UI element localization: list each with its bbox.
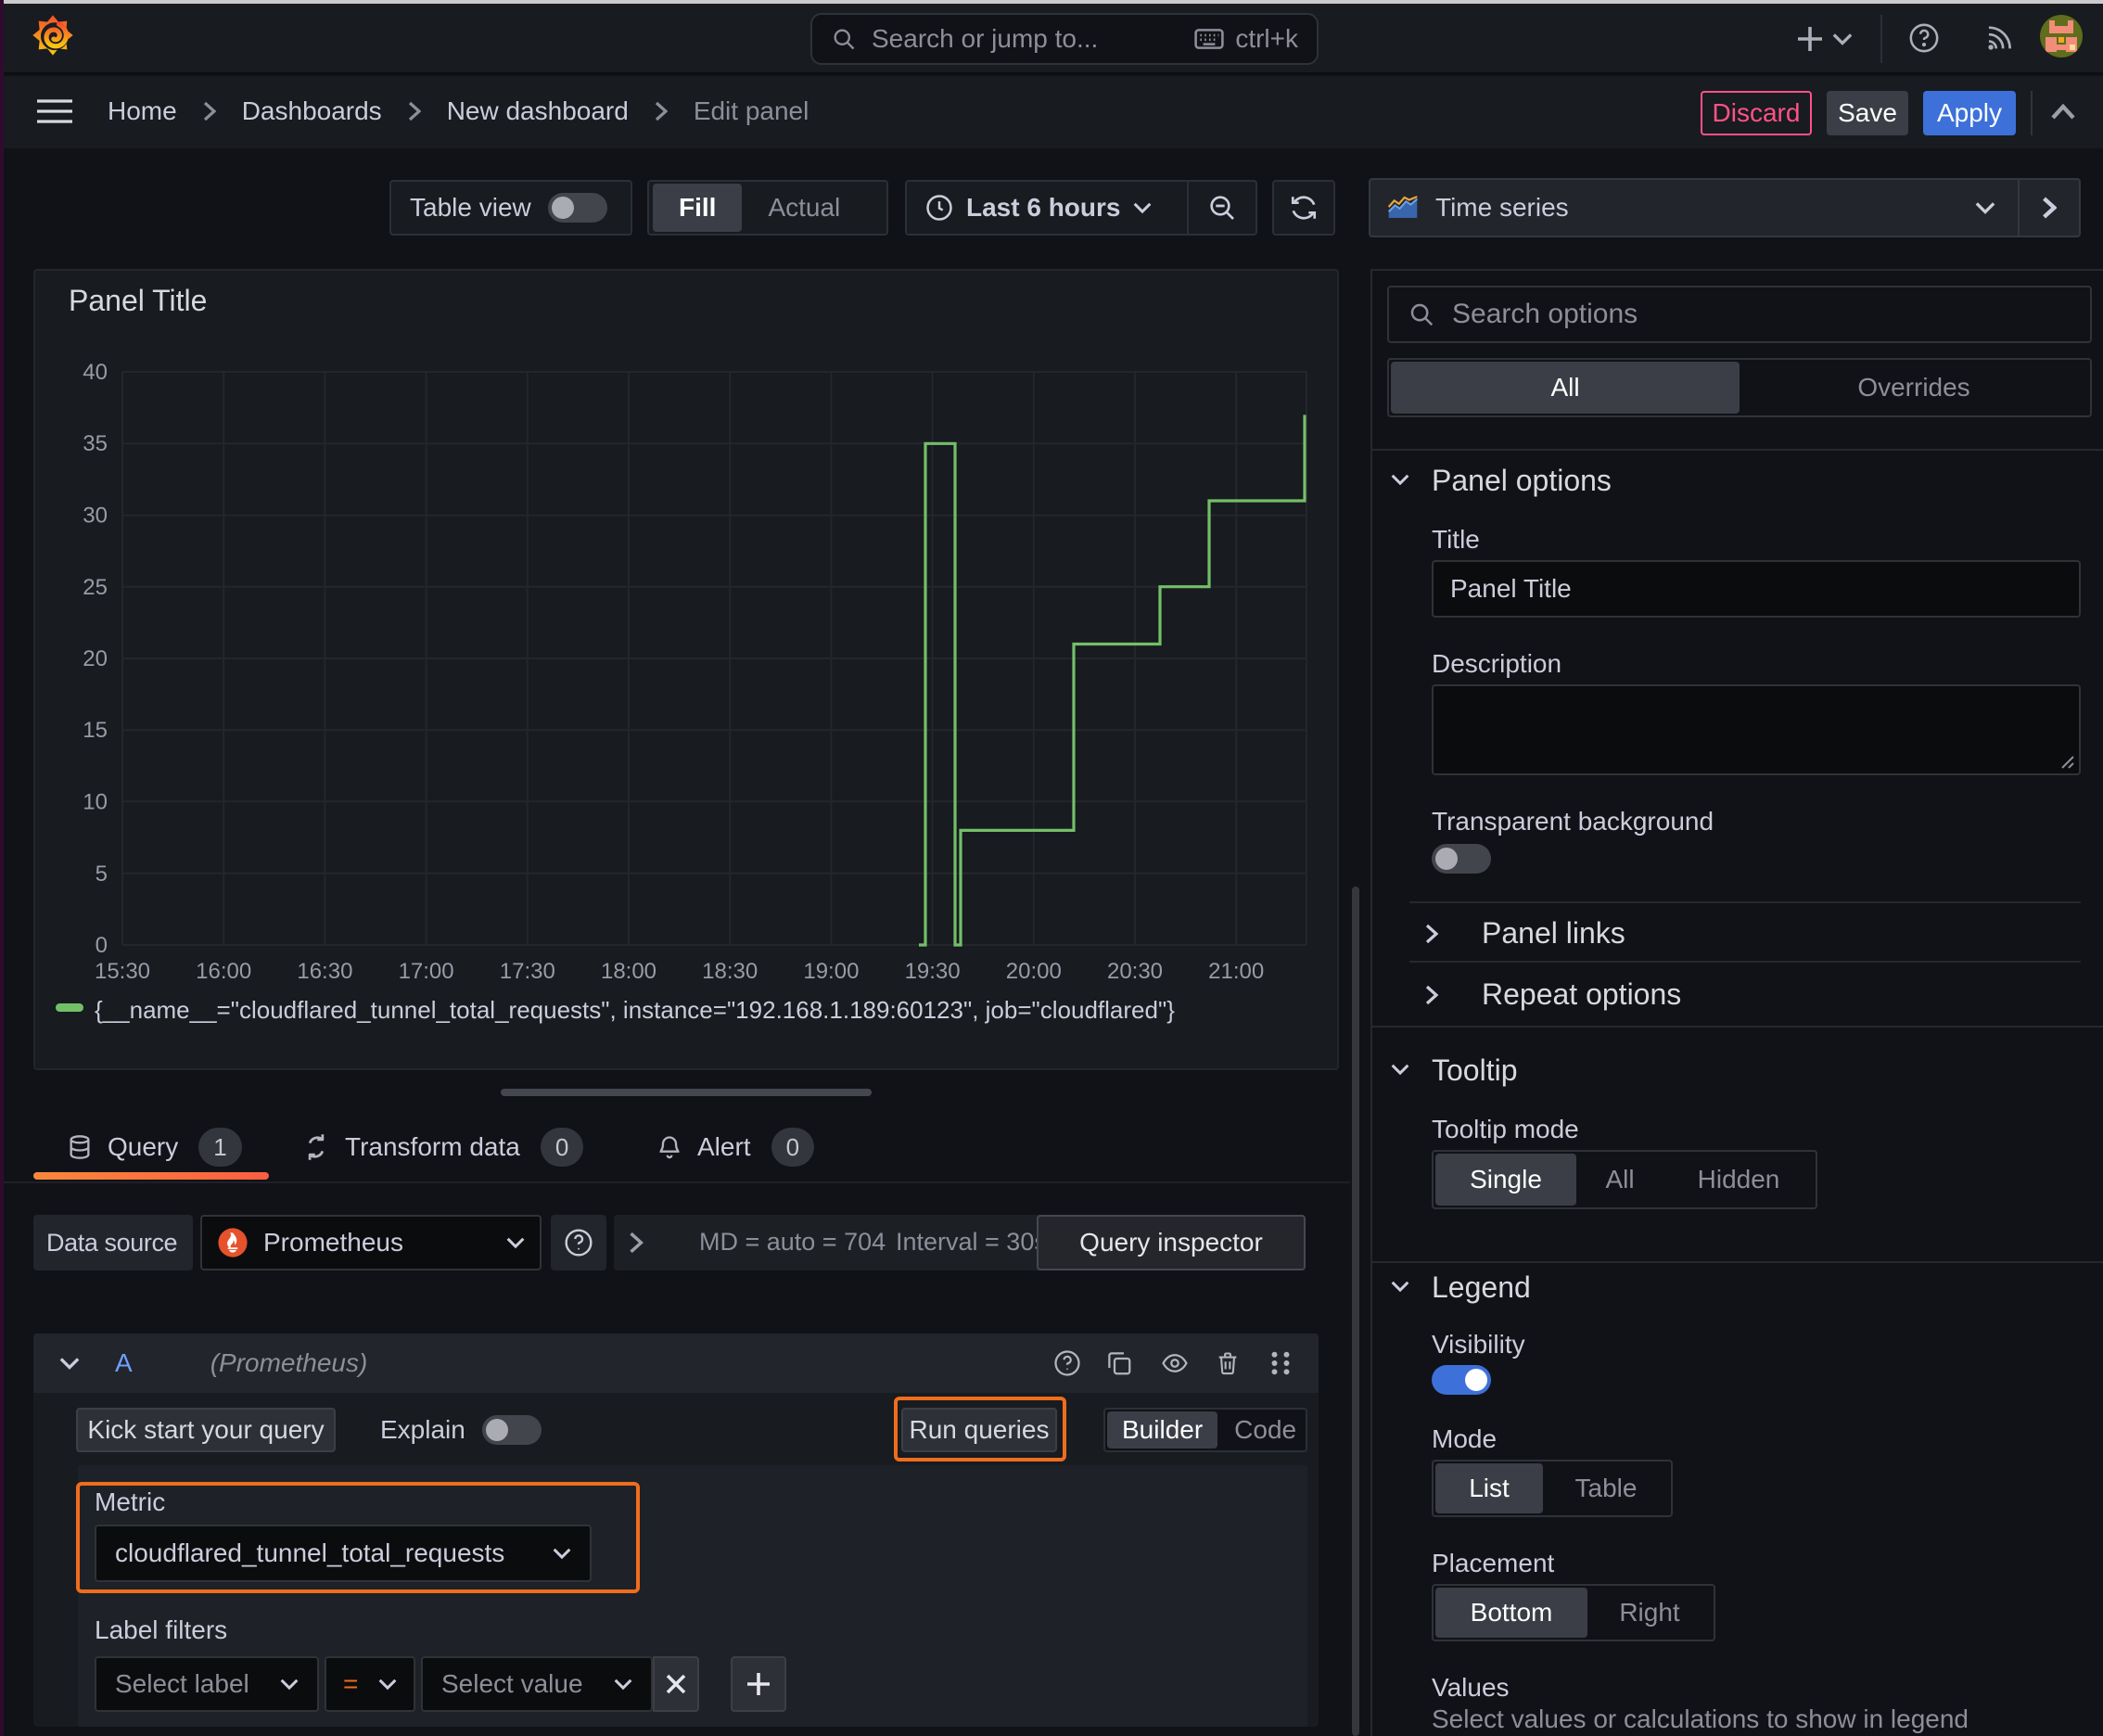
- svg-text:18:00: 18:00: [601, 959, 656, 984]
- svg-text:{__name__="cloudflared_tunnel_: {__name__="cloudflared_tunnel_total_requ…: [95, 996, 1175, 1024]
- svg-text:5: 5: [96, 862, 108, 887]
- svg-text:19:00: 19:00: [803, 959, 859, 984]
- svg-text:17:00: 17:00: [399, 959, 454, 984]
- svg-text:16:30: 16:30: [297, 959, 352, 984]
- svg-text:16:00: 16:00: [196, 959, 251, 984]
- svg-text:19:30: 19:30: [905, 959, 961, 984]
- svg-text:20:00: 20:00: [1006, 959, 1062, 984]
- svg-text:15: 15: [83, 718, 108, 743]
- svg-text:20:30: 20:30: [1107, 959, 1163, 984]
- svg-text:30: 30: [83, 504, 108, 529]
- svg-text:25: 25: [83, 575, 108, 600]
- svg-text:17:30: 17:30: [500, 959, 555, 984]
- svg-text:21:00: 21:00: [1208, 959, 1264, 984]
- svg-text:35: 35: [83, 431, 108, 456]
- svg-text:18:30: 18:30: [702, 959, 758, 984]
- svg-text:40: 40: [83, 360, 108, 385]
- svg-text:20: 20: [83, 646, 108, 671]
- svg-text:0: 0: [96, 933, 108, 958]
- svg-text:10: 10: [83, 789, 108, 814]
- svg-text:15:30: 15:30: [95, 959, 150, 984]
